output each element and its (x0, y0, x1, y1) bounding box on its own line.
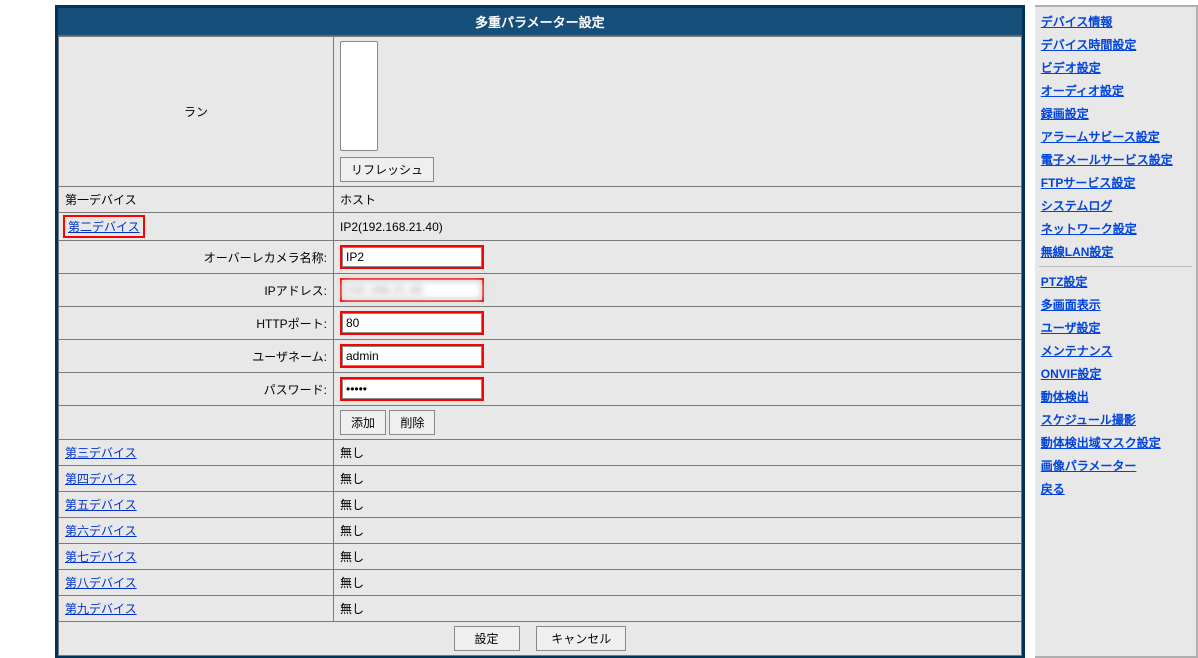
main-panel: 多重パラメーター設定 ラン リフレッシュ 第一デバイス ホスト 第二デバイス (55, 5, 1025, 658)
sidebar-link[interactable]: システムログ (1035, 194, 1196, 217)
sidebar-link[interactable]: デバイス時間設定 (1035, 33, 1196, 56)
device-value: 無し (334, 570, 1022, 596)
sidebar-link[interactable]: スケジュール撮影 (1035, 408, 1196, 431)
password-label: パスワード: (59, 373, 334, 406)
device2-label-cell: 第二デバイス (59, 213, 334, 241)
sidebar-link[interactable]: アラームサビース設定 (1035, 125, 1196, 148)
cancel-button[interactable]: キャンセル (536, 626, 626, 651)
camera-name-input[interactable] (342, 247, 482, 267)
device-label: 第五デバイス (59, 492, 334, 518)
ip-label: IPアドレス: (59, 274, 334, 307)
sidebar: デバイス情報デバイス時間設定ビデオ設定オーディオ設定録画設定アラームサビース設定… (1035, 5, 1198, 658)
device1-value: ホスト (334, 187, 1022, 213)
sidebar-link[interactable]: 画像パラメーター (1035, 454, 1196, 477)
device2-link[interactable]: 第二デバイス (68, 220, 140, 234)
device-value: 無し (334, 518, 1022, 544)
http-port-input[interactable] (342, 313, 482, 333)
sidebar-link[interactable]: ユーザ設定 (1035, 316, 1196, 339)
run-label: ラン (59, 37, 334, 187)
device-label: 第七デバイス (59, 544, 334, 570)
device2-value: IP2(192.168.21.40) (334, 213, 1022, 241)
device-listbox[interactable] (340, 41, 378, 151)
sidebar-link[interactable]: ONVIF設定 (1035, 362, 1196, 385)
device-value: 無し (334, 466, 1022, 492)
password-cell (334, 373, 1022, 406)
device-link[interactable]: 第七デバイス (65, 550, 137, 564)
username-cell (334, 340, 1022, 373)
username-label: ユーザネーム: (59, 340, 334, 373)
device-link[interactable]: 第九デバイス (65, 602, 137, 616)
http-port-label: HTTPポート: (59, 307, 334, 340)
delete-button[interactable]: 削除 (389, 410, 435, 435)
sidebar-link[interactable]: ビデオ設定 (1035, 56, 1196, 79)
device-label: 第九デバイス (59, 596, 334, 622)
sidebar-link[interactable]: FTPサービス設定 (1035, 171, 1196, 194)
device-value: 無し (334, 440, 1022, 466)
device-label: 第四デバイス (59, 466, 334, 492)
sidebar-link[interactable]: 多画面表示 (1035, 293, 1196, 316)
sidebar-link[interactable]: ネットワーク設定 (1035, 217, 1196, 240)
add-delete-label (59, 406, 334, 440)
sidebar-link[interactable]: オーディオ設定 (1035, 79, 1196, 102)
username-input[interactable] (342, 346, 482, 366)
ip-cell (334, 274, 1022, 307)
device-link[interactable]: 第五デバイス (65, 498, 137, 512)
device-link[interactable]: 第六デバイス (65, 524, 137, 538)
footer-buttons: 設定 キャンセル (59, 622, 1022, 656)
sidebar-link[interactable]: 戻る (1035, 477, 1196, 500)
sidebar-link[interactable]: 動体検出 (1035, 385, 1196, 408)
sidebar-divider (1039, 266, 1192, 267)
device-value: 無し (334, 544, 1022, 570)
password-input[interactable] (342, 379, 482, 399)
http-port-cell (334, 307, 1022, 340)
device-value: 無し (334, 596, 1022, 622)
run-cell: リフレッシュ (334, 37, 1022, 187)
sidebar-link[interactable]: 無線LAN設定 (1035, 240, 1196, 263)
settings-table: ラン リフレッシュ 第一デバイス ホスト 第二デバイス IP2 (58, 36, 1022, 656)
device-label: 第六デバイス (59, 518, 334, 544)
sidebar-link[interactable]: PTZ設定 (1035, 270, 1196, 293)
camera-name-cell (334, 241, 1022, 274)
add-button[interactable]: 添加 (340, 410, 386, 435)
add-delete-cell: 添加 削除 (334, 406, 1022, 440)
ip-input[interactable] (342, 280, 482, 300)
device-link[interactable]: 第八デバイス (65, 576, 137, 590)
device1-label: 第一デバイス (59, 187, 334, 213)
device-link[interactable]: 第四デバイス (65, 472, 137, 486)
sidebar-link[interactable]: メンテナンス (1035, 339, 1196, 362)
camera-name-label: オーバーレカメラ名称: (59, 241, 334, 274)
sidebar-link[interactable]: 録画設定 (1035, 102, 1196, 125)
sidebar-link[interactable]: 動体検出域マスク設定 (1035, 431, 1196, 454)
device-label: 第三デバイス (59, 440, 334, 466)
page-title: 多重パラメーター設定 (58, 8, 1022, 36)
device-value: 無し (334, 492, 1022, 518)
device-link[interactable]: 第三デバイス (65, 446, 137, 460)
device-label: 第八デバイス (59, 570, 334, 596)
set-button[interactable]: 設定 (454, 626, 520, 651)
refresh-button[interactable]: リフレッシュ (340, 157, 434, 182)
sidebar-link[interactable]: デバイス情報 (1035, 10, 1196, 33)
sidebar-link[interactable]: 電子メールサービス設定 (1035, 148, 1196, 171)
